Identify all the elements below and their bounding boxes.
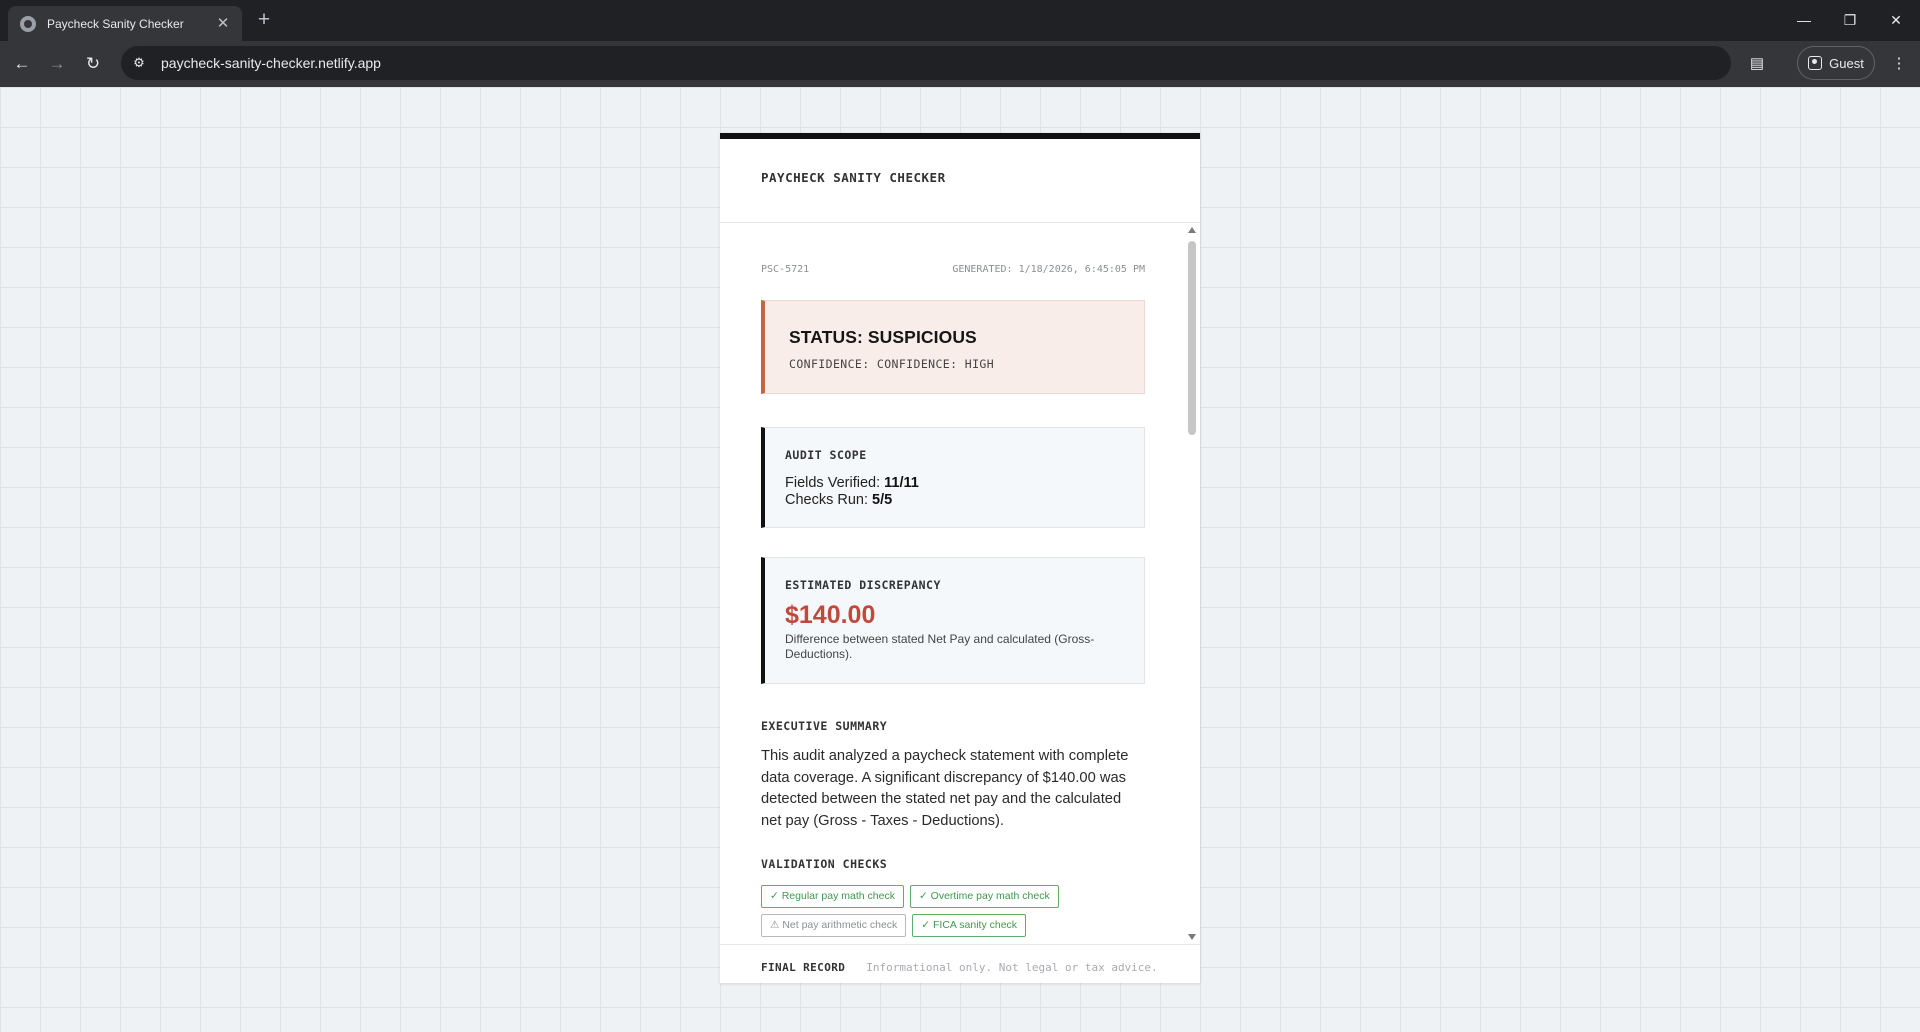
browser-tab-bar: Paycheck Sanity Checker ✕ + — ❐ ✕ [0, 0, 1920, 41]
tab-title: Paycheck Sanity Checker [47, 16, 184, 31]
audit-scope-label: AUDIT SCOPE [785, 448, 867, 462]
check-chip-net-pay: ⚠ Net pay arithmetic check [761, 914, 907, 937]
site-settings-icon[interactable]: ⚙ [131, 55, 147, 71]
cast-icon[interactable]: ▤ [1744, 51, 1770, 77]
report-id: PSC-5721 [761, 264, 810, 275]
profile-label: Guest [1829, 55, 1864, 71]
discrepancy-panel: ESTIMATED DISCREPANCY $140.00 Difference… [761, 557, 1145, 684]
scroll-up-arrow-icon[interactable] [1188, 227, 1196, 233]
discrepancy-label: ESTIMATED DISCREPANCY [785, 578, 941, 592]
browser-toolbar: ← → ↻ ⚙ paycheck-sanity-checker.netlify.… [0, 41, 1920, 87]
forward-icon[interactable]: → [44, 51, 70, 77]
profile-icon [1808, 56, 1823, 70]
card-footer: FINAL RECORD Informational only. Not leg… [720, 944, 1200, 989]
url-text[interactable]: paycheck-sanity-checker.netlify.app [161, 55, 381, 71]
status-confidence: CONFIDENCE: CONFIDENCE: HIGH [789, 357, 995, 371]
report-meta: PSC-5721 GENERATED: 1/18/2026, 6:45:05 P… [761, 264, 1145, 275]
generated-timestamp: GENERATED: 1/18/2026, 6:45:05 PM [952, 264, 1145, 275]
fields-verified-line: Fields Verified: 11/11 [785, 475, 1144, 492]
scrollbar[interactable] [1184, 223, 1200, 944]
close-tab-icon[interactable]: ✕ [214, 15, 232, 33]
browser-tab[interactable]: Paycheck Sanity Checker ✕ [8, 6, 242, 41]
executive-summary-heading: EXECUTIVE SUMMARY [761, 719, 888, 733]
globe-icon [20, 15, 36, 32]
fields-verified-value: 11/11 [884, 475, 919, 491]
footer-disclaimer: Informational only. Not legal or tax adv… [866, 960, 1158, 974]
status-banner: STATUS: SUSPICIOUS CONFIDENCE: CONFIDENC… [761, 300, 1145, 394]
app-title: PAYCHECK SANITY CHECKER [761, 170, 946, 185]
new-tab-icon[interactable]: + [253, 9, 275, 31]
status-title: STATUS: SUSPICIOUS [789, 327, 977, 347]
reload-icon[interactable]: ↻ [80, 51, 106, 77]
discrepancy-description: Difference between stated Net Pay and ca… [785, 632, 1095, 661]
check-chip-fica: ✓ FICA sanity check [912, 914, 1027, 937]
card-header: PAYCHECK SANITY CHECKER [720, 139, 1200, 223]
checks-run-value: 5/5 [872, 492, 893, 508]
validation-checks-heading: VALIDATION CHECKS [761, 857, 888, 871]
fields-verified-label: Fields Verified: [785, 475, 881, 491]
discrepancy-amount: $140.00 [785, 601, 876, 629]
checks-run-line: Checks Run: 5/5 [785, 492, 1144, 509]
executive-summary-text: This audit analyzed a paycheck statement… [761, 748, 1129, 829]
more-menu-icon[interactable]: ⋮ [1886, 51, 1912, 77]
scroll-down-arrow-icon[interactable] [1188, 934, 1196, 940]
restore-icon[interactable]: ❐ [1839, 9, 1861, 31]
back-icon[interactable]: ← [9, 51, 35, 77]
minimize-icon[interactable]: — [1793, 9, 1815, 31]
address-bar[interactable]: ⚙ paycheck-sanity-checker.netlify.app [121, 46, 1731, 80]
audit-scope-panel: AUDIT SCOPE Fields Verified: 11/11 Check… [761, 427, 1145, 528]
check-chip-overtime-pay: ✓ Overtime pay math check [909, 885, 1059, 908]
check-chip-regular-pay: ✓ Regular pay math check [761, 885, 904, 908]
report-card: PAYCHECK SANITY CHECKER PSC-5721 GENERAT… [720, 133, 1200, 983]
validation-checks-list: ✓ Regular pay math check ✓ Overtime pay … [761, 885, 1145, 937]
report-scroll-area[interactable]: PSC-5721 GENERATED: 1/18/2026, 6:45:05 P… [720, 223, 1200, 944]
checks-run-label: Checks Run: [785, 492, 869, 508]
footer-label: FINAL RECORD [761, 960, 846, 974]
window-close-icon[interactable]: ✕ [1885, 9, 1907, 31]
guest-profile-button[interactable]: Guest [1797, 46, 1875, 80]
scrollbar-thumb[interactable] [1188, 241, 1196, 435]
